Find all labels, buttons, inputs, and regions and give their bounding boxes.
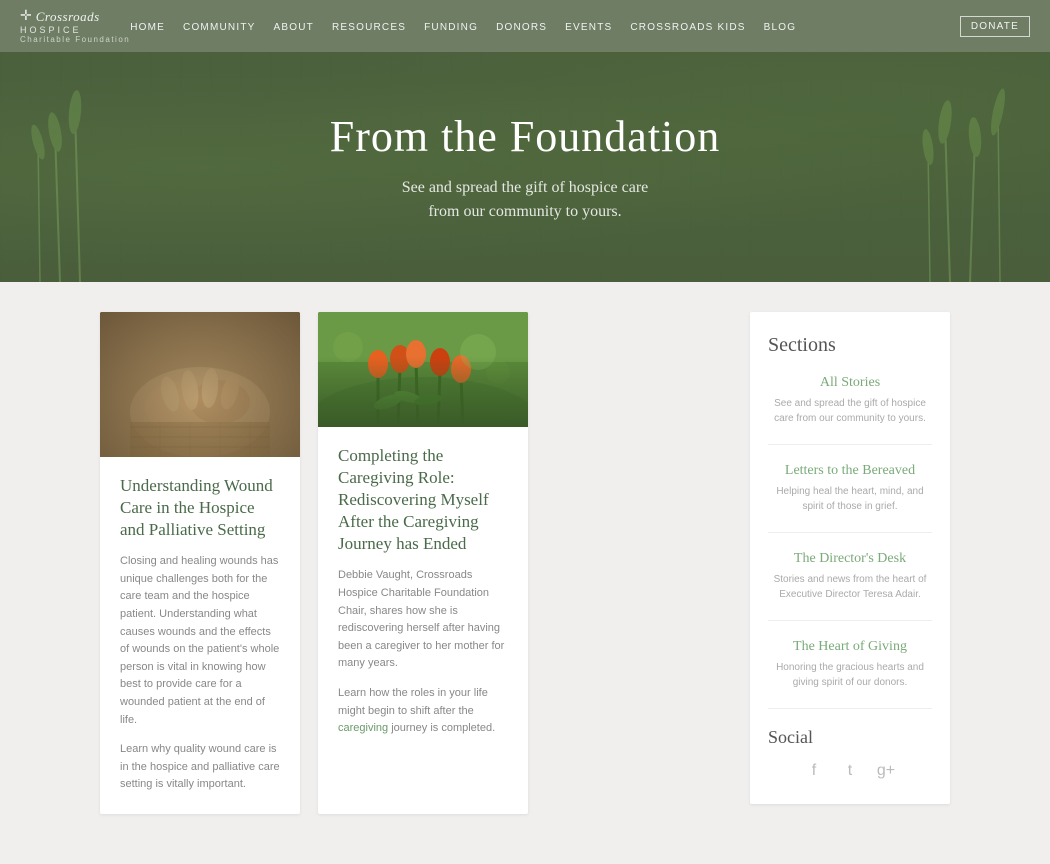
card-caregiving: Completing the Caregiving Role: Rediscov…	[318, 312, 528, 814]
google-plus-icon[interactable]: g+	[875, 760, 897, 782]
card-image-hands	[100, 312, 300, 457]
main-content: Understanding Wound Care in the Hospice …	[0, 282, 1050, 864]
nav-community[interactable]: COMMUNITY	[183, 22, 255, 33]
caregiving-link[interactable]: caregiving	[338, 722, 388, 734]
card-link-caregiving: Learn how the roles in your life might b…	[338, 685, 508, 738]
twitter-icon[interactable]: t	[839, 760, 861, 782]
nav-crossroads-kids[interactable]: CROSSROADS KIDS	[630, 22, 745, 33]
sections-sidebar: Sections All Stories See and spread the …	[750, 312, 950, 804]
nav-events[interactable]: EVENTS	[565, 22, 612, 33]
card-image-flowers	[318, 312, 528, 427]
nav-donors[interactable]: DONORS	[496, 22, 547, 33]
card-title-wound-care[interactable]: Understanding Wound Care in the Hospice …	[120, 475, 280, 541]
section-letters-title[interactable]: Letters to the Bereaved	[768, 463, 932, 479]
nav-blog[interactable]: BLOG	[764, 22, 797, 33]
card-body-caregiving: Completing the Caregiving Role: Rediscov…	[318, 427, 528, 758]
section-all-stories-title[interactable]: All Stories	[768, 375, 932, 391]
nav-resources[interactable]: RESOURCES	[332, 22, 406, 33]
article-cards: Understanding Wound Care in the Hospice …	[100, 312, 730, 814]
section-directors-desc: Stories and news from the heart of Execu…	[768, 572, 932, 602]
card-text-wound-care: Closing and healing wounds has unique ch…	[120, 553, 280, 729]
nav-funding[interactable]: FUNDING	[424, 22, 478, 33]
card-wound-care: Understanding Wound Care in the Hospice …	[100, 312, 300, 814]
nav-home[interactable]: HOME	[130, 22, 165, 33]
social-icons: f t g+	[768, 760, 932, 782]
cross-icon: ✛	[20, 8, 32, 25]
hero-banner: From the Foundation See and spread the g…	[0, 52, 1050, 282]
section-directors-desk: The Director's Desk Stories and news fro…	[768, 551, 932, 621]
hero-subtitle: See and spread the gift of hospice care …	[330, 176, 721, 224]
hero-title: From the Foundation	[330, 111, 721, 162]
logo-text: Crossroads	[36, 9, 100, 25]
logo-hospice: HOSPICE	[20, 25, 82, 35]
social-section: Social f t g+	[768, 727, 932, 782]
section-all-stories-desc: See and spread the gift of hospice care …	[768, 396, 932, 426]
facebook-icon[interactable]: f	[803, 760, 825, 782]
section-heart-giving: The Heart of Giving Honoring the graciou…	[768, 639, 932, 709]
section-heart-giving-title[interactable]: The Heart of Giving	[768, 639, 932, 655]
nav-links: HOME COMMUNITY ABOUT RESOURCES FUNDING D…	[130, 17, 960, 35]
section-letters-bereaved: Letters to the Bereaved Helping heal the…	[768, 463, 932, 533]
logo: ✛ Crossroads HOSPICE Charitable Foundati…	[20, 8, 130, 44]
card-body-wound-care: Understanding Wound Care in the Hospice …	[100, 457, 300, 814]
section-directors-title[interactable]: The Director's Desk	[768, 551, 932, 567]
section-all-stories: All Stories See and spread the gift of h…	[768, 375, 932, 445]
card-link-wound-care: Learn why quality wound care is in the h…	[120, 741, 280, 794]
sidebar-title: Sections	[768, 334, 932, 357]
social-title: Social	[768, 727, 932, 748]
card-text-caregiving: Debbie Vaught, Crossroads Hospice Charit…	[338, 567, 508, 673]
logo-sub: Charitable Foundation	[20, 35, 130, 44]
section-heart-giving-desc: Honoring the gracious hearts and giving …	[768, 660, 932, 690]
donate-button[interactable]: DONATE	[960, 16, 1030, 37]
card-title-caregiving[interactable]: Completing the Caregiving Role: Rediscov…	[338, 445, 508, 555]
hero-content: From the Foundation See and spread the g…	[330, 111, 721, 224]
navigation: ✛ Crossroads HOSPICE Charitable Foundati…	[0, 0, 1050, 52]
section-letters-desc: Helping heal the heart, mind, and spirit…	[768, 484, 932, 514]
nav-about[interactable]: ABOUT	[274, 22, 314, 33]
